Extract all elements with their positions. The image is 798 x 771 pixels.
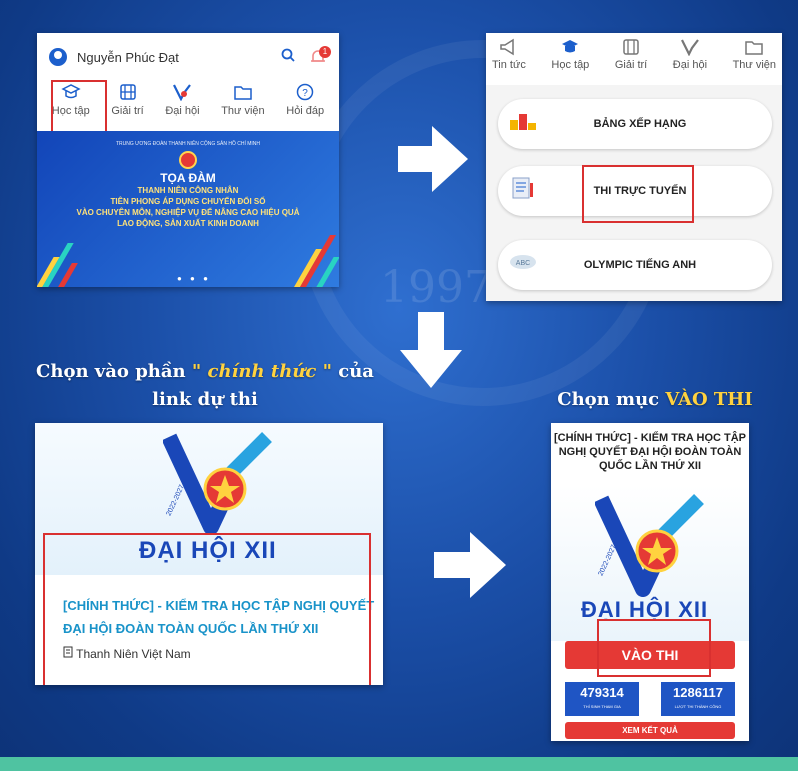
arrow-right-icon <box>434 532 506 598</box>
tab-tin-tuc[interactable]: Tin tức <box>492 33 526 85</box>
tab-label: Đại hội <box>165 105 200 117</box>
bell-icon[interactable]: 1 <box>309 46 331 65</box>
heading-accent: " chính thức " <box>191 361 332 382</box>
stat-label: THÍ SINH THAM GIA <box>583 704 621 709</box>
folder-icon <box>233 83 253 105</box>
tab-label: Đại hội <box>672 59 708 71</box>
folder-icon <box>744 38 764 59</box>
carousel-dots[interactable]: ● ● ● <box>177 274 211 283</box>
online-test-icon <box>498 175 548 207</box>
youth-union-emblem-icon <box>179 151 197 169</box>
question-icon: ? <box>295 83 315 105</box>
app-home-screenshot: Nguyễn Phúc Đạt 1 Học tập Giải trí Đại h… <box>37 33 339 287</box>
film-icon <box>118 83 138 105</box>
tab-thu-vien[interactable]: Thư viện <box>221 81 265 131</box>
stat-label: LƯỢT THI THÀNH CÔNG <box>674 704 722 709</box>
heading-line2: link dự thi <box>152 389 258 410</box>
watermark-year: 1997 <box>380 262 492 313</box>
menu-label: OLYMPIC TIẾNG ANH <box>583 259 697 271</box>
stat-value: 1286117 <box>673 685 723 700</box>
tab-giai-tri[interactable]: Giải trí <box>615 33 647 85</box>
menu-olympic-tieng-anh[interactable]: ABC OLYMPIC TIẾNG ANH <box>498 240 772 290</box>
user-bar: Nguyễn Phúc Đạt 1 <box>37 33 339 81</box>
banner-org: TRUNG ƯƠNG ĐOÀN THANH NIÊN CỘNG SẢN HỒ C… <box>115 141 261 147</box>
banner-line: TIÊN PHONG ÁP DỤNG CHUYỂN ĐỔI SỐ <box>110 197 266 206</box>
tab-thu-vien[interactable]: Thư viện <box>733 33 776 85</box>
highlight-thi-truc-tuyen <box>582 165 694 223</box>
banner-line: THANH NIÊN CÔNG NHÂN <box>137 186 239 195</box>
instruction-heading-left: Chọn vào phần " chính thức " của link dự… <box>30 358 380 414</box>
contest-link-card[interactable]: ĐẠI HỘI XII 2022-2027 [CHÍNH THỨC] - KIỂ… <box>35 423 383 685</box>
menu-label: BẢNG XẾP HẠNG <box>593 118 687 130</box>
banner-decoration <box>42 243 74 287</box>
heading-accent: VÀO THI <box>665 389 753 410</box>
study-tabs: Tin tức Học tập Giải trí Đại hội Thư việ… <box>486 33 782 85</box>
heading-prefix: Chọn vào phần <box>36 361 186 382</box>
ranking-icon <box>498 110 548 138</box>
banner-line: LAO ĐỘNG, SẢN XUẤT KINH DOANH <box>117 219 259 228</box>
tab-giai-tri[interactable]: Giải trí <box>111 81 144 131</box>
tab-label: Thư viện <box>732 59 776 71</box>
app-study-screenshot: Tin tức Học tập Giải trí Đại hội Thư việ… <box>486 33 782 301</box>
banner-heading: TỌA ĐÀM <box>160 171 216 185</box>
contest-title: [CHÍNH THỨC] - KIỂM TRA HỌC TẬP NGHỊ QUY… <box>553 432 747 472</box>
svg-text:ABC: ABC <box>516 260 530 267</box>
contest-detail-screenshot: [CHÍNH THỨC] - KIỂM TRA HỌC TẬP NGHỊ QUY… <box>551 423 749 741</box>
highlight-hoc-tap <box>51 80 107 136</box>
film-icon <box>621 38 641 59</box>
congress-banner: ĐẠI HỘI XII 2022-2027 <box>551 485 749 641</box>
tab-label: Tin tức <box>492 59 526 71</box>
tab-label: Giải trí <box>614 59 648 71</box>
infographic-stage: 1997 Nguyễn Phúc Đạt 1 Học tập Giải trí … <box>0 0 798 771</box>
heading-prefix: Chọn mục <box>557 389 660 410</box>
tab-hoc-tap[interactable]: Học tập <box>551 33 589 85</box>
search-icon[interactable] <box>281 48 295 67</box>
banner-line: VÀO CHUYÊN MÔN, NGHIỆP VỤ ĐỂ NÂNG CAO HI… <box>76 208 300 217</box>
heading-suffix: của <box>338 361 374 382</box>
tab-label: Giải trí <box>111 105 144 117</box>
arrow-right-icon <box>398 126 468 192</box>
graduation-cap-icon <box>560 38 580 59</box>
tab-dai-hoi[interactable]: Đại hội <box>673 33 707 85</box>
notification-badge: 1 <box>319 46 331 58</box>
tab-label: Hỏi đáp <box>286 105 325 117</box>
view-results-button[interactable]: XEM KẾT QUẢ <box>565 722 735 739</box>
arrow-down-icon <box>400 312 462 388</box>
user-name: Nguyễn Phúc Đạt <box>77 49 179 65</box>
tab-hoi-dap[interactable]: ? Hỏi đáp <box>286 81 324 131</box>
stat-participants: 479314 THÍ SINH THAM GIA <box>565 682 639 716</box>
stat-value: 479314 <box>580 685 624 700</box>
tab-dai-hoi[interactable]: Đại hội <box>165 81 200 131</box>
svg-text:?: ? <box>302 88 308 99</box>
menu-bang-xep-hang[interactable]: BẢNG XẾP HẠNG <box>498 99 772 149</box>
user-avatar-icon[interactable] <box>49 48 67 66</box>
tab-label: Thư viện <box>221 105 265 117</box>
congress-logo-icon <box>172 83 192 105</box>
highlight-official-link <box>43 533 371 685</box>
english-icon: ABC <box>498 252 548 278</box>
tab-label: Học tập <box>551 59 590 71</box>
banner-decoration <box>58 263 78 287</box>
megaphone-icon <box>499 38 519 59</box>
highlight-enter-test <box>597 619 711 677</box>
stat-attempts: 1286117 LƯỢT THI THÀNH CÔNG <box>661 682 735 716</box>
congress-logo-icon <box>680 38 700 59</box>
instruction-heading-right: Chọn mục VÀO THI <box>540 386 770 414</box>
event-banner[interactable]: TRUNG ƯƠNG ĐOÀN THANH NIÊN CỘNG SẢN HỒ C… <box>37 131 339 287</box>
